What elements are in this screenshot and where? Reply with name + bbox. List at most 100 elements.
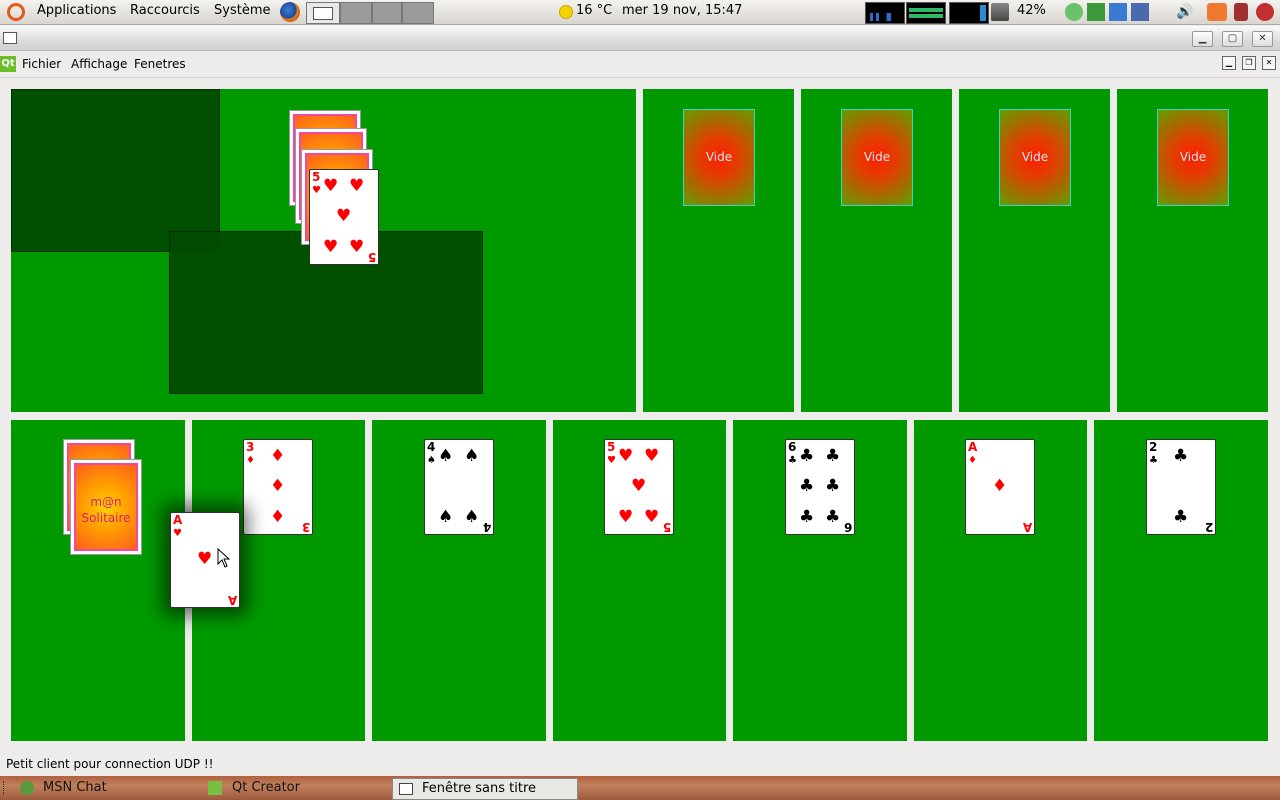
- spade-icon: ♠: [464, 507, 480, 527]
- mdi-restore-button[interactable]: ❐: [1242, 56, 1256, 70]
- foundation-4[interactable]: Vide: [1117, 89, 1268, 412]
- menu-applications[interactable]: Applications: [37, 3, 116, 18]
- tableau-column-6[interactable]: A ♦ ♦ A: [914, 420, 1087, 741]
- empty-slot[interactable]: Vide: [683, 109, 755, 206]
- network-monitor-icon[interactable]: [949, 2, 989, 24]
- waste-top-card[interactable]: 5 ♥ ♥ ♥ ♥ ♥ ♥ 5: [309, 169, 379, 265]
- card-rank: 4: [482, 520, 491, 534]
- empty-slot-label: Vide: [1021, 150, 1049, 164]
- card-rank: A: [1022, 520, 1032, 534]
- window-menu-icon[interactable]: [3, 32, 17, 44]
- lock-icon[interactable]: [1234, 3, 1248, 21]
- mouse-cursor-icon: [217, 548, 231, 568]
- empty-slot-label: Vide: [863, 150, 891, 164]
- heart-icon: ♥: [197, 549, 213, 569]
- heart-icon: ♥: [644, 446, 660, 466]
- card-ace-diamonds[interactable]: A ♦ ♦ A: [965, 439, 1035, 535]
- task-qt-creator[interactable]: Qt Creator: [206, 778, 386, 798]
- heart-icon: ♥: [631, 476, 647, 496]
- stock-back-text: m@n: [90, 495, 122, 509]
- workspace-2[interactable]: [340, 2, 372, 24]
- diamond-icon: ♦: [992, 476, 1008, 496]
- club-icon: ♣: [788, 455, 797, 466]
- task-msn-chat[interactable]: MSN Chat: [18, 778, 198, 798]
- task-label: MSN Chat: [43, 780, 107, 795]
- foundation-1[interactable]: Vide: [643, 89, 794, 412]
- heart-icon: ♥: [618, 446, 634, 466]
- cpu-monitor-icon[interactable]: [865, 2, 905, 24]
- battery-percent[interactable]: 42%: [1017, 3, 1046, 18]
- notification-icon[interactable]: [1207, 3, 1227, 21]
- bottom-taskbar: MSN Chat Qt Creator Fenêtre sans titre: [0, 776, 1280, 800]
- spade-icon: ♠: [464, 446, 480, 466]
- diamond-icon: ♦: [270, 507, 286, 527]
- menu-fenetres[interactable]: Fenetres: [134, 57, 186, 71]
- firefox-icon[interactable]: [280, 2, 300, 22]
- empty-slot[interactable]: Vide: [999, 109, 1071, 206]
- ubuntu-logo-icon[interactable]: [7, 3, 25, 21]
- update-icon[interactable]: [1087, 3, 1105, 21]
- window-icon: [399, 783, 413, 795]
- card-4-spades[interactable]: 4 ♠ ♠ ♠ ♠ ♠ 4: [424, 439, 494, 535]
- tableau-column-5[interactable]: 6 ♣ ♣ ♣ ♣ ♣ ♣ ♣ 6: [733, 420, 907, 741]
- maximize-button[interactable]: ▢: [1222, 31, 1243, 47]
- empty-slot-label: Vide: [705, 150, 733, 164]
- stock-card-back[interactable]: m@n Solitaire: [70, 459, 142, 555]
- drop-zone-left: [11, 89, 220, 252]
- task-label: Fenêtre sans titre: [422, 781, 537, 796]
- taskbar-handle[interactable]: [3, 781, 7, 795]
- empty-slot[interactable]: Vide: [841, 109, 913, 206]
- qt-logo-icon: Qt: [0, 56, 16, 72]
- foundation-3[interactable]: Vide: [959, 89, 1110, 412]
- menu-bar: Qt Fichier Affichage Fenetres: [0, 51, 1280, 78]
- foundation-2[interactable]: Vide: [801, 89, 952, 412]
- tableau-column-4[interactable]: 5 ♥ ♥ ♥ ♥ ♥ ♥ 5: [553, 420, 726, 741]
- card-rank: 3: [301, 520, 310, 534]
- menu-affichage[interactable]: Affichage: [71, 57, 127, 71]
- card-3-diamonds[interactable]: 3 ♦ ♦ ♦ ♦ 3: [243, 439, 313, 535]
- tableau-column-7[interactable]: 2 ♣ ♣ ♣ 2: [1094, 420, 1268, 741]
- heart-icon: ♥: [173, 528, 182, 539]
- close-button[interactable]: ✕: [1252, 31, 1273, 47]
- task-label: Qt Creator: [232, 780, 300, 795]
- mdi-close-button[interactable]: ✕: [1262, 56, 1276, 70]
- spade-icon: ♠: [427, 455, 436, 466]
- tableau-column-3[interactable]: 4 ♠ ♠ ♠ ♠ ♠ 4: [372, 420, 546, 741]
- card-rank: 5: [662, 520, 671, 534]
- clock[interactable]: mer 19 nov, 15:47: [622, 3, 742, 18]
- heart-icon: ♥: [607, 455, 616, 466]
- workspace-3[interactable]: [372, 2, 402, 24]
- window-title-bar[interactable]: ▁ ▢ ✕: [0, 26, 1280, 51]
- task-fenetre-sans-titre[interactable]: Fenêtre sans titre: [392, 778, 578, 800]
- diamond-icon: ♦: [246, 455, 255, 466]
- display-icon[interactable]: [1131, 3, 1149, 21]
- weather-temperature[interactable]: 16 °C: [576, 3, 612, 18]
- memory-monitor-icon[interactable]: [906, 2, 946, 24]
- workspace-1[interactable]: [306, 2, 340, 24]
- club-icon: ♣: [1173, 446, 1189, 466]
- menu-raccourcis[interactable]: Raccourcis: [130, 3, 200, 18]
- power-icon[interactable]: [1256, 3, 1274, 21]
- tableau-column-1[interactable]: m@n Solitaire: [11, 420, 185, 741]
- minimize-button[interactable]: ▁: [1192, 31, 1213, 47]
- card-rank: A: [227, 593, 237, 607]
- card-5-hearts[interactable]: 5 ♥ ♥ ♥ ♥ ♥ ♥ 5: [604, 439, 674, 535]
- empty-slot[interactable]: Vide: [1157, 109, 1229, 206]
- spade-icon: ♠: [438, 507, 454, 527]
- bluetooth-icon[interactable]: [1109, 3, 1127, 21]
- volume-icon[interactable]: 🔊: [1176, 3, 1194, 21]
- qt-creator-icon: [208, 781, 222, 795]
- mdi-minimize-button[interactable]: ▁: [1222, 56, 1236, 70]
- diamond-icon: ♦: [270, 476, 286, 496]
- workspace-4[interactable]: [402, 2, 434, 24]
- heart-icon: ♥: [323, 176, 339, 196]
- spade-icon: ♠: [438, 446, 454, 466]
- battery-icon[interactable]: [991, 3, 1009, 21]
- menu-systeme[interactable]: Système: [214, 3, 270, 18]
- network-icon[interactable]: [1065, 3, 1083, 21]
- card-rank: 2: [1204, 520, 1213, 534]
- menu-fichier[interactable]: Fichier: [22, 57, 61, 71]
- card-6-clubs[interactable]: 6 ♣ ♣ ♣ ♣ ♣ ♣ ♣ 6: [785, 439, 855, 535]
- heart-icon: ♥: [323, 237, 339, 257]
- card-2-clubs[interactable]: 2 ♣ ♣ ♣ 2: [1146, 439, 1216, 535]
